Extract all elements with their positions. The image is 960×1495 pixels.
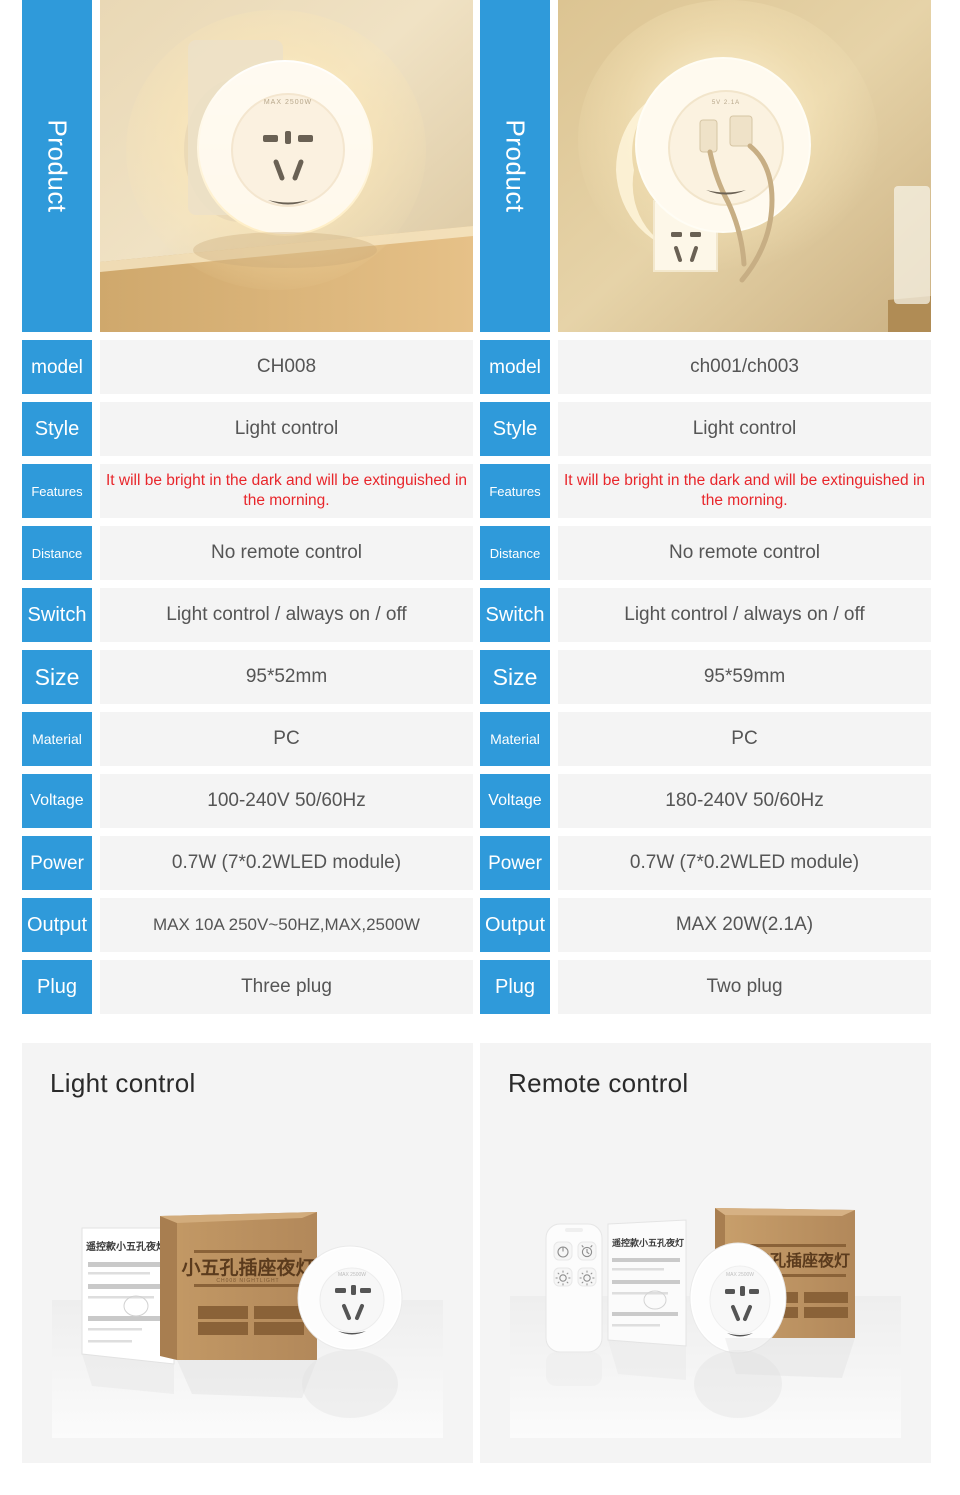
spec-value-style: Light control	[100, 402, 473, 456]
spec-row: Plug Three plug	[22, 960, 473, 1014]
spec-value-plug: Two plug	[558, 960, 931, 1014]
spec-value-size: 95*59mm	[558, 650, 931, 704]
svg-text:遥控款小五孔夜灯: 遥控款小五孔夜灯	[86, 1240, 166, 1253]
spec-row: Output MAX 20W(2.1A)	[480, 898, 931, 952]
svg-text:5V 2.1A: 5V 2.1A	[712, 100, 740, 106]
spec-key-plug: Plug	[22, 960, 92, 1014]
spec-key-features: Features	[480, 464, 550, 518]
product-photo-right: 5V 2.1A	[558, 0, 931, 332]
spec-value-power: 0.7W (7*0.2WLED module)	[558, 836, 931, 890]
spec-value-switch: Light control / always on / off	[100, 588, 473, 642]
spec-value-voltage: 100-240V 50/60Hz	[100, 774, 473, 828]
product-label-text: Product	[42, 119, 73, 213]
spec-value-style: Light control	[558, 402, 931, 456]
spec-row: Power 0.7W (7*0.2WLED module)	[22, 836, 473, 890]
product-vertical-label: Product	[480, 0, 550, 332]
spec-value-model: CH008	[100, 340, 473, 394]
spec-key-power: Power	[22, 836, 92, 890]
spec-key-model: model	[22, 340, 92, 394]
spec-key-switch: Switch	[480, 588, 550, 642]
svg-text:遥控款小五孔夜灯: 遥控款小五孔夜灯	[612, 1237, 684, 1248]
spec-key-model: model	[480, 340, 550, 394]
comparison-columns: Product MAX 2500W model CH008 Style Ligh…	[0, 0, 960, 1022]
spec-value-distance: No remote control	[100, 526, 473, 580]
panel-light-control: Light control 遥控款小五孔夜灯 小五孔插座夜灯 CH008 NIG…	[22, 1043, 473, 1463]
spec-key-voltage: Voltage	[480, 774, 550, 828]
spec-key-material: Material	[480, 712, 550, 766]
spec-row: Switch Light control / always on / off	[480, 588, 931, 642]
svg-text:MAX 2500W: MAX 2500W	[726, 1272, 754, 1278]
spec-value-model: ch001/ch003	[558, 340, 931, 394]
spec-key-voltage: Voltage	[22, 774, 92, 828]
spec-row: Style Light control	[480, 402, 931, 456]
spec-key-material: Material	[22, 712, 92, 766]
spec-row: Distance No remote control	[22, 526, 473, 580]
svg-text:MAX 2500W: MAX 2500W	[338, 1272, 366, 1278]
spec-key-output: Output	[480, 898, 550, 952]
product-spec-sheet: Product MAX 2500W model CH008 Style Ligh…	[0, 0, 960, 1495]
spec-row: Plug Two plug	[480, 960, 931, 1014]
spec-table-left: model CH008 Style Light control Features…	[22, 340, 473, 1014]
spec-table-right: model ch001/ch003 Style Light control Fe…	[480, 340, 931, 1014]
product-column-left: Product MAX 2500W model CH008 Style Ligh…	[22, 0, 473, 1022]
spec-row: Style Light control	[22, 402, 473, 456]
spec-row: model ch001/ch003	[480, 340, 931, 394]
spec-key-distance: Distance	[480, 526, 550, 580]
spec-value-voltage: 180-240V 50/60Hz	[558, 774, 931, 828]
spec-value-plug: Three plug	[100, 960, 473, 1014]
svg-text:MAX 2500W: MAX 2500W	[264, 99, 312, 106]
spec-value-features: It will be bright in the dark and will b…	[558, 464, 931, 518]
spec-row: Output MAX 10A 250V~50HZ,MAX,2500W	[22, 898, 473, 952]
spec-row: model CH008	[22, 340, 473, 394]
spec-value-output: MAX 10A 250V~50HZ,MAX,2500W	[100, 898, 473, 952]
panel-photo-light-control: 遥控款小五孔夜灯 小五孔插座夜灯 CH008 NIGHTLIGHT MAX 25…	[52, 1188, 443, 1438]
spec-key-size: Size	[480, 650, 550, 704]
spec-row: Voltage 180-240V 50/60Hz	[480, 774, 931, 828]
product-photo-left: MAX 2500W	[100, 0, 473, 332]
spec-key-power: Power	[480, 836, 550, 890]
feature-panels: Light control 遥控款小五孔夜灯 小五孔插座夜灯 CH008 NIG…	[0, 1043, 960, 1463]
spec-value-material: PC	[558, 712, 931, 766]
spec-key-size: Size	[22, 650, 92, 704]
panel-title: Light control	[50, 1068, 196, 1098]
spec-value-material: PC	[100, 712, 473, 766]
spec-row: Features It will be bright in the dark a…	[22, 464, 473, 518]
spec-value-switch: Light control / always on / off	[558, 588, 931, 642]
spec-key-plug: Plug	[480, 960, 550, 1014]
spec-row: Material PC	[480, 712, 931, 766]
svg-text:CH008 NIGHTLIGHT: CH008 NIGHTLIGHT	[216, 1278, 279, 1284]
spec-key-style: Style	[22, 402, 92, 456]
product-photo-row: Product	[480, 0, 931, 332]
panel-photo-remote-control: 五孔插座夜灯 遥控款小五孔夜灯 MAX 2500W	[510, 1188, 901, 1438]
spec-value-size: 95*52mm	[100, 650, 473, 704]
spec-value-features: It will be bright in the dark and will b…	[100, 464, 473, 518]
spec-value-distance: No remote control	[558, 526, 931, 580]
spec-row: Power 0.7W (7*0.2WLED module)	[480, 836, 931, 890]
spec-key-distance: Distance	[22, 526, 92, 580]
spec-row: Size 95*59mm	[480, 650, 931, 704]
spec-row: Switch Light control / always on / off	[22, 588, 473, 642]
spec-key-output: Output	[22, 898, 92, 952]
spec-row: Features It will be bright in the dark a…	[480, 464, 931, 518]
spec-row: Material PC	[22, 712, 473, 766]
spec-row: Voltage 100-240V 50/60Hz	[22, 774, 473, 828]
panel-title: Remote control	[508, 1068, 689, 1098]
product-label-text: Product	[500, 119, 531, 213]
product-column-right: Product 5V 2.1A model ch001/ch003 Style …	[480, 0, 931, 1022]
spec-key-features: Features	[22, 464, 92, 518]
svg-text:小五孔插座夜灯: 小五孔插座夜灯	[181, 1256, 314, 1279]
panel-remote-control: Remote control 五孔插座夜灯 遥控款小五孔夜灯 MAX 2500W	[480, 1043, 931, 1463]
product-photo-row: Product	[22, 0, 473, 332]
spec-value-output: MAX 20W(2.1A)	[558, 898, 931, 952]
spec-value-power: 0.7W (7*0.2WLED module)	[100, 836, 473, 890]
product-vertical-label: Product	[22, 0, 92, 332]
spec-key-style: Style	[480, 402, 550, 456]
spec-key-switch: Switch	[22, 588, 92, 642]
spec-row: Distance No remote control	[480, 526, 931, 580]
spec-row: Size 95*52mm	[22, 650, 473, 704]
